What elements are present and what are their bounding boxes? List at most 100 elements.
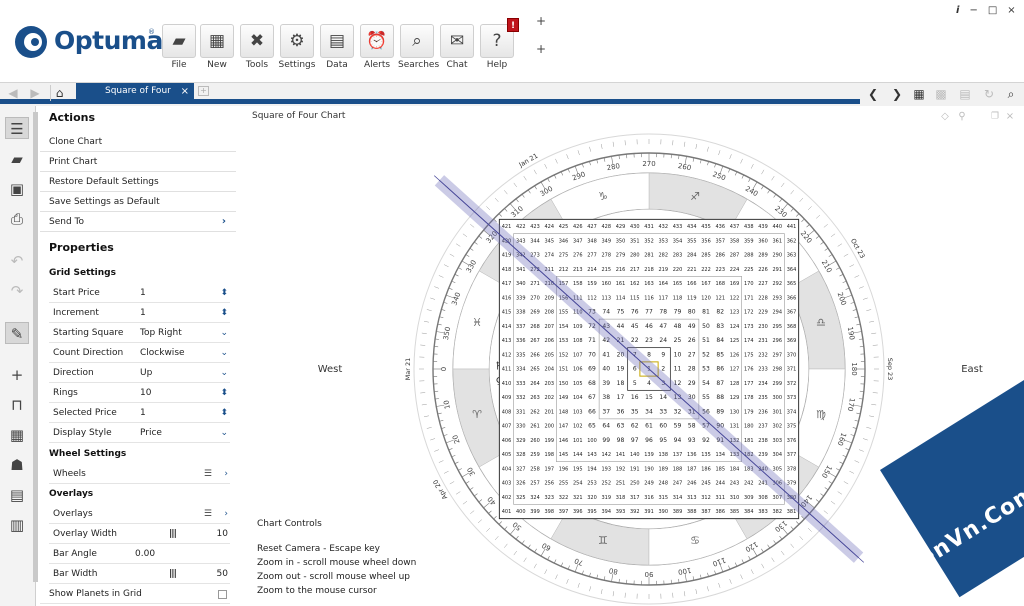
new-ribbon-button[interactable]: ▦ New bbox=[198, 24, 236, 74]
show-planets-row[interactable]: Show Planets in Grid bbox=[40, 584, 230, 604]
overlay-width-row[interactable]: Overlay Width ||| 10 bbox=[49, 524, 230, 544]
square-of-four-chart[interactable]: ♈♉♊♋♌♍♎♏♐♑♒♓0102030405060708090100110120… bbox=[240, 106, 1024, 606]
settings-ribbon-button[interactable]: ⚙ Settings bbox=[278, 24, 316, 74]
tab-close-icon[interactable]: × bbox=[181, 83, 189, 100]
spinner-icon[interactable]: ⬍ bbox=[220, 303, 228, 323]
chat-ribbon-button[interactable]: ✉ Chat bbox=[438, 24, 476, 74]
grid-cell-number: 396 bbox=[573, 509, 583, 515]
grid-cell-number: 394 bbox=[601, 509, 611, 515]
back-arrow-icon[interactable]: ◀ bbox=[4, 85, 22, 101]
spinner-icon[interactable]: ⬍ bbox=[220, 403, 228, 423]
property-row-start-price[interactable]: Start Price 1 ⬍ bbox=[49, 283, 230, 303]
property-value[interactable]: Clockwise bbox=[140, 343, 185, 363]
chevron-down-icon[interactable]: ⌄ bbox=[220, 363, 228, 383]
new-tab-button[interactable]: + bbox=[198, 86, 209, 96]
maximize-button[interactable]: □ bbox=[988, 5, 997, 16]
open-folder-icon[interactable]: ▰ bbox=[5, 148, 29, 170]
search-icon[interactable]: ⌕ bbox=[1002, 85, 1020, 103]
property-value[interactable]: 10 bbox=[140, 383, 151, 403]
grid-cell-number: 401 bbox=[502, 509, 512, 515]
bar-width-value[interactable]: 50 bbox=[217, 564, 228, 584]
print-chart-action[interactable]: Print Chart bbox=[40, 152, 236, 172]
lock-icon[interactable]: ⊓ bbox=[5, 394, 29, 416]
print-icon[interactable]: ⎙ bbox=[5, 208, 29, 230]
document-icon[interactable]: ▤ bbox=[5, 484, 29, 506]
add-top-plus[interactable]: + bbox=[536, 14, 546, 28]
workbook-icon[interactable]: ▤ bbox=[956, 85, 974, 103]
property-value[interactable]: 1 bbox=[140, 283, 146, 303]
degree-tick bbox=[443, 301, 448, 304]
alerts-ribbon-button[interactable]: ⏰ Alerts bbox=[358, 24, 396, 74]
file-ribbon-button[interactable]: ▰ File bbox=[160, 24, 198, 74]
slider-icon[interactable]: ||| bbox=[169, 524, 177, 544]
grid-cell-number: 180 bbox=[744, 424, 754, 430]
chevron-right-icon[interactable]: › bbox=[224, 504, 228, 524]
undo-icon[interactable]: ↶ bbox=[5, 250, 29, 272]
clipboard-icon[interactable]: ▥ bbox=[5, 514, 29, 536]
tools-ribbon-button[interactable]: ✖ Tools bbox=[238, 24, 276, 74]
searches-ribbon-button[interactable]: ⌕ Searches bbox=[398, 24, 439, 74]
forward-arrow-icon[interactable]: ▶ bbox=[26, 85, 44, 101]
degree-tick bbox=[856, 323, 861, 326]
bar-angle-row[interactable]: Bar Angle 0.00 bbox=[49, 544, 230, 564]
grid-layout-icon[interactable]: ▩ bbox=[932, 85, 950, 103]
minimize-button[interactable]: − bbox=[969, 5, 977, 16]
bar-width-row[interactable]: Bar Width ||| 50 bbox=[49, 564, 230, 584]
degree-tick bbox=[589, 572, 591, 577]
wheels-row[interactable]: Wheels ☰ › bbox=[49, 464, 230, 484]
restore-defaults-action[interactable]: Restore Default Settings bbox=[40, 172, 236, 192]
overlays-row[interactable]: Overlays ☰ › bbox=[49, 504, 230, 524]
property-row-display-style[interactable]: Display Style Price ⌄ bbox=[49, 423, 230, 443]
tools-wrench-icon[interactable]: ✎ bbox=[5, 322, 29, 344]
grid-cell-number: 302 bbox=[772, 424, 782, 430]
property-value[interactable]: 1 bbox=[140, 403, 146, 423]
overlay-width-value[interactable]: 10 bbox=[217, 524, 228, 544]
property-value[interactable]: Top Right bbox=[140, 323, 182, 343]
grid-icon[interactable]: ▦ bbox=[5, 424, 29, 446]
property-row-direction[interactable]: Direction Up ⌄ bbox=[49, 363, 230, 383]
tab-square-of-four[interactable]: Square of Four × bbox=[76, 83, 194, 100]
chevron-down-icon[interactable]: ⌄ bbox=[220, 423, 228, 443]
add-bottom-plus[interactable]: + bbox=[536, 42, 546, 56]
info-icon[interactable]: i bbox=[956, 5, 959, 16]
show-planets-checkbox[interactable] bbox=[218, 590, 227, 599]
save-icon[interactable]: ▣ bbox=[5, 178, 29, 200]
properties-heading: Properties bbox=[49, 241, 114, 254]
chevron-right-icon[interactable]: ❯ bbox=[888, 85, 906, 103]
list-icon[interactable]: ☰ bbox=[204, 464, 212, 484]
degree-tick bbox=[839, 461, 844, 464]
property-value[interactable]: Price bbox=[140, 423, 162, 443]
data-ribbon-button[interactable]: ▤ Data bbox=[318, 24, 356, 74]
property-row-count-direction[interactable]: Count Direction Clockwise ⌄ bbox=[49, 343, 230, 363]
home-icon[interactable]: ⌂ bbox=[50, 85, 68, 101]
panel-scrollbar[interactable] bbox=[33, 112, 38, 582]
chevron-down-icon[interactable]: ⌄ bbox=[220, 343, 228, 363]
clone-chart-action[interactable]: Clone Chart bbox=[40, 132, 236, 152]
refresh-icon[interactable]: ↻ bbox=[980, 85, 998, 103]
send-to-action[interactable]: Send To › bbox=[40, 212, 236, 232]
property-value[interactable]: 1 bbox=[140, 303, 146, 323]
layout-icon[interactable]: ▦ bbox=[910, 85, 928, 103]
chart-area[interactable]: ♈♉♊♋♌♍♎♏♐♑♒♓0102030405060708090100110120… bbox=[240, 106, 1024, 606]
list-icon[interactable]: ☰ bbox=[204, 504, 212, 524]
close-button[interactable]: × bbox=[1007, 5, 1015, 16]
degree-tick bbox=[850, 434, 855, 437]
property-row-increment[interactable]: Increment 1 ⬍ bbox=[49, 303, 230, 323]
spinner-icon[interactable]: ⬍ bbox=[220, 383, 228, 403]
property-row-selected-price[interactable]: Selected Price 1 ⬍ bbox=[49, 403, 230, 423]
chevron-right-icon[interactable]: › bbox=[224, 464, 228, 484]
add-plus-icon[interactable]: + bbox=[5, 364, 29, 386]
chevron-down-icon[interactable]: ⌄ bbox=[220, 323, 228, 343]
slider-icon[interactable]: ||| bbox=[169, 564, 177, 584]
property-row-rings[interactable]: Rings 10 ⬍ bbox=[49, 383, 230, 403]
degree-label: 250 bbox=[711, 170, 726, 182]
user-icon[interactable]: ☗ bbox=[5, 454, 29, 476]
property-value[interactable]: Up bbox=[140, 363, 152, 383]
properties-panel-icon[interactable]: ☰ bbox=[5, 117, 29, 139]
property-row-starting-square[interactable]: Starting Square Top Right ⌄ bbox=[49, 323, 230, 343]
bar-angle-value[interactable]: 0.00 bbox=[135, 544, 155, 564]
redo-icon[interactable]: ↷ bbox=[5, 280, 29, 302]
spinner-icon[interactable]: ⬍ bbox=[220, 283, 228, 303]
save-as-default-action[interactable]: Save Settings as Default bbox=[40, 192, 236, 212]
chevron-left-icon[interactable]: ❮ bbox=[864, 85, 882, 103]
